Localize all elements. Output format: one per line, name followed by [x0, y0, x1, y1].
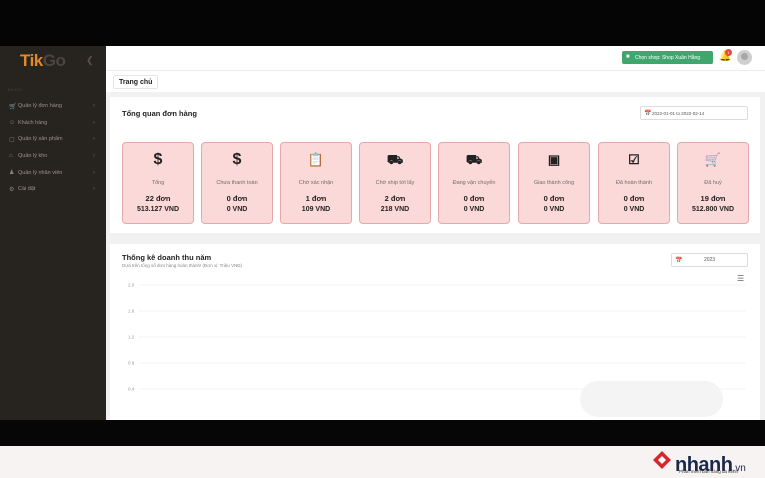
chevron-right-icon: ›: [93, 136, 95, 143]
collapse-sidebar-icon[interactable]: ❮: [86, 55, 94, 66]
chevron-right-icon: ›: [93, 169, 95, 176]
blurred-overlay: [580, 381, 723, 417]
select-shop-button[interactable]: ■ Chọn shop: Shop Xuân Hằng: [622, 51, 713, 64]
stat-card-pending[interactable]: 📋 Chờ xác nhận 1 đơn 109 VND: [280, 142, 352, 224]
chevron-right-icon: ›: [93, 153, 95, 160]
sidebar-menu: 🛒 Quản lý đơn hàng › ☺ Khách hàng › ▢ Qu…: [0, 98, 106, 198]
card-amount: 0 VND: [226, 206, 248, 213]
box-check-icon: ☑: [628, 152, 640, 167]
sidebar: Tik Go ❮ BASIC 🛒 Quản lý đơn hàng › ☺ Kh…: [0, 46, 106, 420]
stat-card-in-transit[interactable]: ⛟ Đang vận chuyển 0 đơn 0 VND: [438, 142, 510, 224]
card-amount: 0 VND: [463, 206, 485, 213]
stat-card-completed[interactable]: ☑ Đã hoàn thành 0 đơn 0 VND: [598, 142, 670, 224]
stat-card-cancelled[interactable]: 🛒 Đã huỷ 19 đơn 512.800 VND: [677, 142, 749, 224]
y-tick-label: 0.8: [128, 361, 135, 366]
card-count: 2 đơn: [384, 194, 406, 203]
avatar[interactable]: [737, 50, 752, 65]
y-tick-label: 1.6: [128, 309, 135, 314]
document-icon: 📋: [307, 152, 325, 167]
sidebar-item-label: Quản lý sản phẩm: [18, 136, 63, 143]
card-count: 22 đơn: [145, 194, 171, 203]
revenue-panel: Thống kê doanh thu năm Dựa trên tổng số …: [110, 244, 760, 420]
sidebar-item-customers[interactable]: ☺ Khách hàng ›: [0, 115, 106, 132]
card-count: 0 đơn: [463, 194, 485, 203]
date-range-picker[interactable]: 📅 2022-01-01 to 2022-02-14: [640, 106, 748, 120]
card-label: Chờ ship tới lấy: [375, 180, 415, 186]
menu-caption: BASIC: [8, 87, 23, 92]
order-overview-title: Tổng quan đơn hàng: [122, 109, 197, 118]
sidebar-item-label: Quản lý nhân viên: [18, 169, 63, 176]
card-amount: 512.800 VND: [691, 206, 735, 213]
sidebar-item-label: Cài đặt: [18, 186, 36, 193]
card-count: 0 đơn: [226, 194, 248, 203]
breadcrumb: Trang chủ: [106, 70, 765, 92]
dashboard-screen: Tik Go ❮ BASIC 🛒 Quản lý đơn hàng › ☺ Kh…: [0, 46, 765, 420]
card-label: Tổng: [151, 180, 165, 186]
sidebar-item-label: Quản lý kho: [18, 153, 48, 160]
truck-moving-icon: ⛟: [465, 152, 483, 167]
stat-card-delivered[interactable]: ▣ Giao thành công 0 đơn 0 VND: [518, 142, 590, 224]
card-amount: 513.127 VND: [136, 206, 180, 213]
nhanh-mark-icon: [653, 451, 671, 469]
stat-card-total[interactable]: $ Tổng 22 đơn 513.127 VND: [122, 142, 194, 224]
dollar-icon: $: [153, 151, 163, 168]
calendar-icon: 📅: [644, 111, 652, 117]
staff-icon: ♟: [9, 170, 15, 177]
warehouse-icon: ⌂: [9, 153, 13, 160]
sidebar-item-staff[interactable]: ♟ Quản lý nhân viên ›: [0, 164, 106, 181]
cart-icon: 🛒: [9, 103, 17, 110]
date-range-value: 2022-01-01 to 2022-02-14: [652, 110, 705, 116]
card-count: 1 đơn: [305, 194, 327, 203]
card-label: Đã huỷ: [704, 180, 722, 186]
delivery-icon: ▣: [547, 152, 561, 167]
cart-cancel-icon: 🛒: [704, 152, 722, 167]
tab-home[interactable]: Trang chủ: [113, 75, 159, 89]
sidebar-item-orders[interactable]: 🛒 Quản lý đơn hàng ›: [0, 98, 106, 115]
app-logo[interactable]: Tik Go: [20, 50, 66, 72]
select-shop-label: Chọn shop: Shop Xuân Hằng: [635, 54, 701, 61]
dollar-icon: $: [232, 151, 242, 168]
sidebar-item-label: Khách hàng: [18, 119, 48, 126]
sidebar-item-warehouse[interactable]: ⌂ Quản lý kho ›: [0, 148, 106, 165]
sidebar-item-settings[interactable]: ⚙ Cài đặt ›: [0, 181, 106, 198]
card-label: Giao thành công: [533, 180, 575, 186]
video-top-letterbox: [0, 0, 765, 46]
stat-card-unpaid[interactable]: $ Chưa thanh toán 0 đơn 0 VND: [201, 142, 273, 224]
brand-footer: nhanh .vn Phần mềm bán hàng đa kênh: [0, 446, 765, 478]
card-label: Đang vận chuyển: [452, 180, 496, 186]
gear-icon: ⚙: [9, 186, 15, 193]
logo-main-text: Tik: [20, 51, 43, 70]
order-overview-panel: Tổng quan đơn hàng 📅 2022-01-01 to 2022-…: [110, 97, 760, 233]
stat-card-awaiting-pickup[interactable]: ⛟ Chờ ship tới lấy 2 đơn 218 VND: [359, 142, 431, 224]
top-header: ■ Chọn shop: Shop Xuân Hằng 🔔 1: [106, 46, 765, 70]
notification-badge: 1: [725, 49, 732, 56]
card-label: Chưa thanh toán: [216, 180, 258, 186]
logo-rest-text: Go: [42, 51, 66, 70]
chevron-right-icon: ›: [93, 119, 95, 126]
card-count: 0 đơn: [623, 194, 645, 203]
user-icon: ☺: [9, 119, 16, 126]
card-label: Đã hoàn thành: [615, 180, 653, 186]
card-amount: 109 VND: [301, 206, 331, 213]
card-count: 19 đơn: [700, 194, 726, 203]
video-bottom-letterbox: [0, 420, 765, 446]
box-icon: ▢: [9, 136, 15, 143]
chevron-right-icon: ›: [93, 186, 95, 193]
truck-icon: ⛟: [386, 152, 404, 167]
chevron-right-icon: ›: [93, 103, 95, 110]
shop-icon: ■: [626, 54, 630, 60]
y-tick-label: 0.4: [128, 387, 135, 392]
card-label: Chờ xác nhận: [298, 180, 334, 186]
y-tick-label: 1.2: [128, 335, 135, 340]
card-amount: 0 VND: [543, 206, 565, 213]
sidebar-item-products[interactable]: ▢ Quản lý sản phẩm ›: [0, 131, 106, 148]
card-count: 0 đơn: [543, 194, 565, 203]
nhanh-tagline: Phần mềm bán hàng đa kênh: [679, 469, 739, 474]
card-amount: 0 VND: [623, 206, 645, 213]
y-tick-label: 2.0: [128, 283, 135, 288]
card-amount: 218 VND: [380, 206, 410, 213]
sidebar-item-label: Quản lý đơn hàng: [18, 103, 62, 110]
